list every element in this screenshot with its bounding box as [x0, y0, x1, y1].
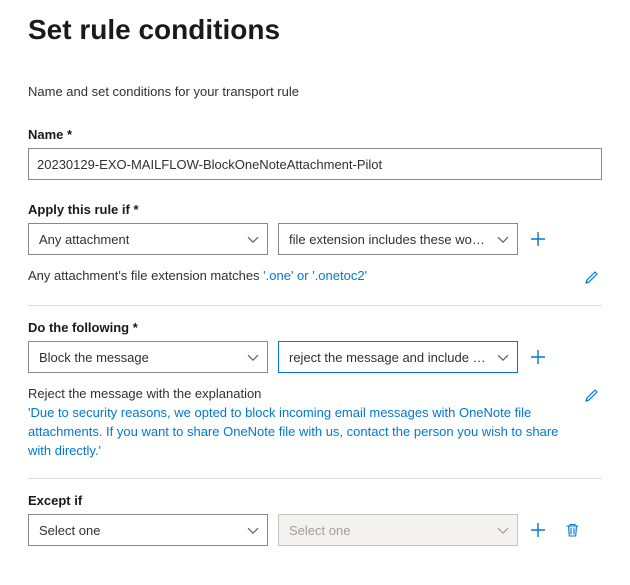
do-following-detail-value: reject the message and include an exp… — [289, 350, 487, 365]
chevron-down-icon — [497, 528, 509, 536]
apply-if-summary: Any attachment's file extension matches … — [28, 267, 582, 286]
add-action-button[interactable] — [528, 347, 548, 367]
chevron-down-icon — [497, 236, 509, 244]
name-label: Name * — [28, 127, 602, 142]
apply-if-condition-value: Any attachment — [39, 232, 129, 247]
page-title: Set rule conditions — [28, 14, 602, 46]
name-input[interactable] — [28, 148, 602, 180]
edit-do-following-button[interactable] — [582, 385, 602, 405]
except-if-predicate-dropdown: Select one — [278, 514, 518, 546]
do-following-action-value: Block the message — [39, 350, 149, 365]
chevron-down-icon — [247, 528, 259, 536]
chevron-down-icon — [247, 354, 259, 362]
except-if-predicate-value: Select one — [289, 523, 350, 538]
apply-if-condition-dropdown[interactable]: Any attachment — [28, 223, 268, 255]
do-following-label: Do the following * — [28, 320, 602, 335]
do-following-detail-dropdown[interactable]: reject the message and include an exp… — [278, 341, 518, 373]
except-if-label: Except if — [28, 493, 602, 508]
chevron-down-icon — [497, 354, 509, 362]
do-following-summary: Reject the message with the explanation … — [28, 385, 582, 460]
divider — [28, 305, 602, 306]
chevron-down-icon — [247, 236, 259, 244]
apply-if-predicate-dropdown[interactable]: file extension includes these words — [278, 223, 518, 255]
delete-exception-button[interactable] — [562, 520, 582, 540]
except-if-condition-value: Select one — [39, 523, 100, 538]
add-condition-button[interactable] — [528, 229, 548, 249]
divider — [28, 478, 602, 479]
edit-apply-if-button[interactable] — [582, 267, 602, 287]
page-subtitle: Name and set conditions for your transpo… — [28, 84, 602, 99]
do-following-action-dropdown[interactable]: Block the message — [28, 341, 268, 373]
apply-if-label: Apply this rule if * — [28, 202, 602, 217]
except-if-condition-dropdown[interactable]: Select one — [28, 514, 268, 546]
apply-if-predicate-value: file extension includes these words — [289, 232, 487, 247]
add-exception-button[interactable] — [528, 520, 548, 540]
